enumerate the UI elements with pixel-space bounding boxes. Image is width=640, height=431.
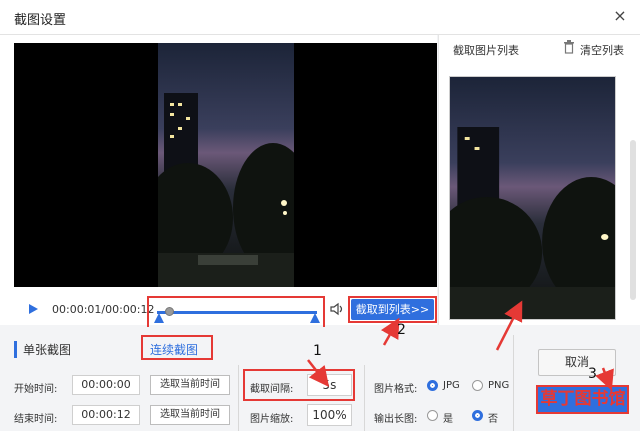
long-yes-radio[interactable] — [427, 410, 438, 421]
end-time-input[interactable]: 00:00:12 — [72, 405, 140, 425]
scale-input[interactable]: 100% — [307, 404, 352, 426]
divider — [513, 335, 514, 431]
close-icon[interactable]: × — [610, 6, 630, 26]
title-bar — [0, 0, 640, 35]
trash-icon[interactable] — [563, 40, 575, 54]
divider — [364, 365, 365, 431]
end-pick-current-button[interactable]: 选取当前时间 — [150, 405, 230, 425]
progress-slider[interactable] — [157, 311, 317, 314]
cancel-button[interactable]: 取消 — [538, 349, 616, 376]
list-scrollbar[interactable] — [630, 140, 636, 300]
video-frame-image — [158, 43, 294, 287]
interval-label: 截取间隔: — [250, 384, 294, 395]
window-title: 截图设置 — [14, 13, 67, 28]
end-time-label: 结束时间: — [14, 414, 58, 425]
timecode: 00:00:01/00:00:12 — [52, 303, 155, 316]
long-image-label: 输出长图: — [374, 414, 418, 425]
image-list-title: 截取图片列表 — [453, 44, 519, 57]
annotation-number-1: 1 — [313, 343, 322, 359]
annotation-number-3: 3 — [588, 366, 597, 382]
format-png-label: PNG — [488, 380, 510, 391]
divider — [238, 365, 239, 431]
captured-thumbnail[interactable] — [449, 76, 616, 320]
thumbnail-image — [450, 77, 615, 319]
format-png-radio[interactable] — [472, 380, 483, 391]
annotation-number-2: 2 — [397, 322, 406, 338]
capture-to-list-button[interactable]: 截取到列表>> — [351, 299, 434, 320]
video-preview — [14, 43, 437, 287]
start-pick-current-button[interactable]: 选取当前时间 — [150, 375, 230, 395]
start-marker-handle[interactable] — [154, 313, 164, 323]
interval-input[interactable]: 5s — [307, 374, 352, 396]
end-marker-handle[interactable] — [310, 313, 320, 323]
volume-icon[interactable] — [330, 302, 346, 316]
format-label: 图片格式: — [374, 384, 418, 395]
scale-label: 图片缩放: — [250, 414, 294, 425]
play-icon[interactable] — [26, 302, 40, 316]
start-time-label: 开始时间: — [14, 384, 58, 395]
start-time-input[interactable]: 00:00:00 — [72, 375, 140, 395]
clear-list-button[interactable]: 清空列表 — [580, 42, 624, 58]
watermark-text: 草丁图书馆 — [540, 389, 626, 409]
long-no-label: 否 — [488, 414, 498, 425]
long-no-radio[interactable] — [472, 410, 483, 421]
format-jpg-radio[interactable] — [427, 380, 438, 391]
tab-continuous-capture[interactable]: 连续截图 — [150, 341, 198, 358]
format-jpg-label: JPG — [443, 380, 460, 391]
tab-single-capture[interactable]: 单张截图 — [14, 341, 71, 358]
long-yes-label: 是 — [443, 414, 453, 425]
